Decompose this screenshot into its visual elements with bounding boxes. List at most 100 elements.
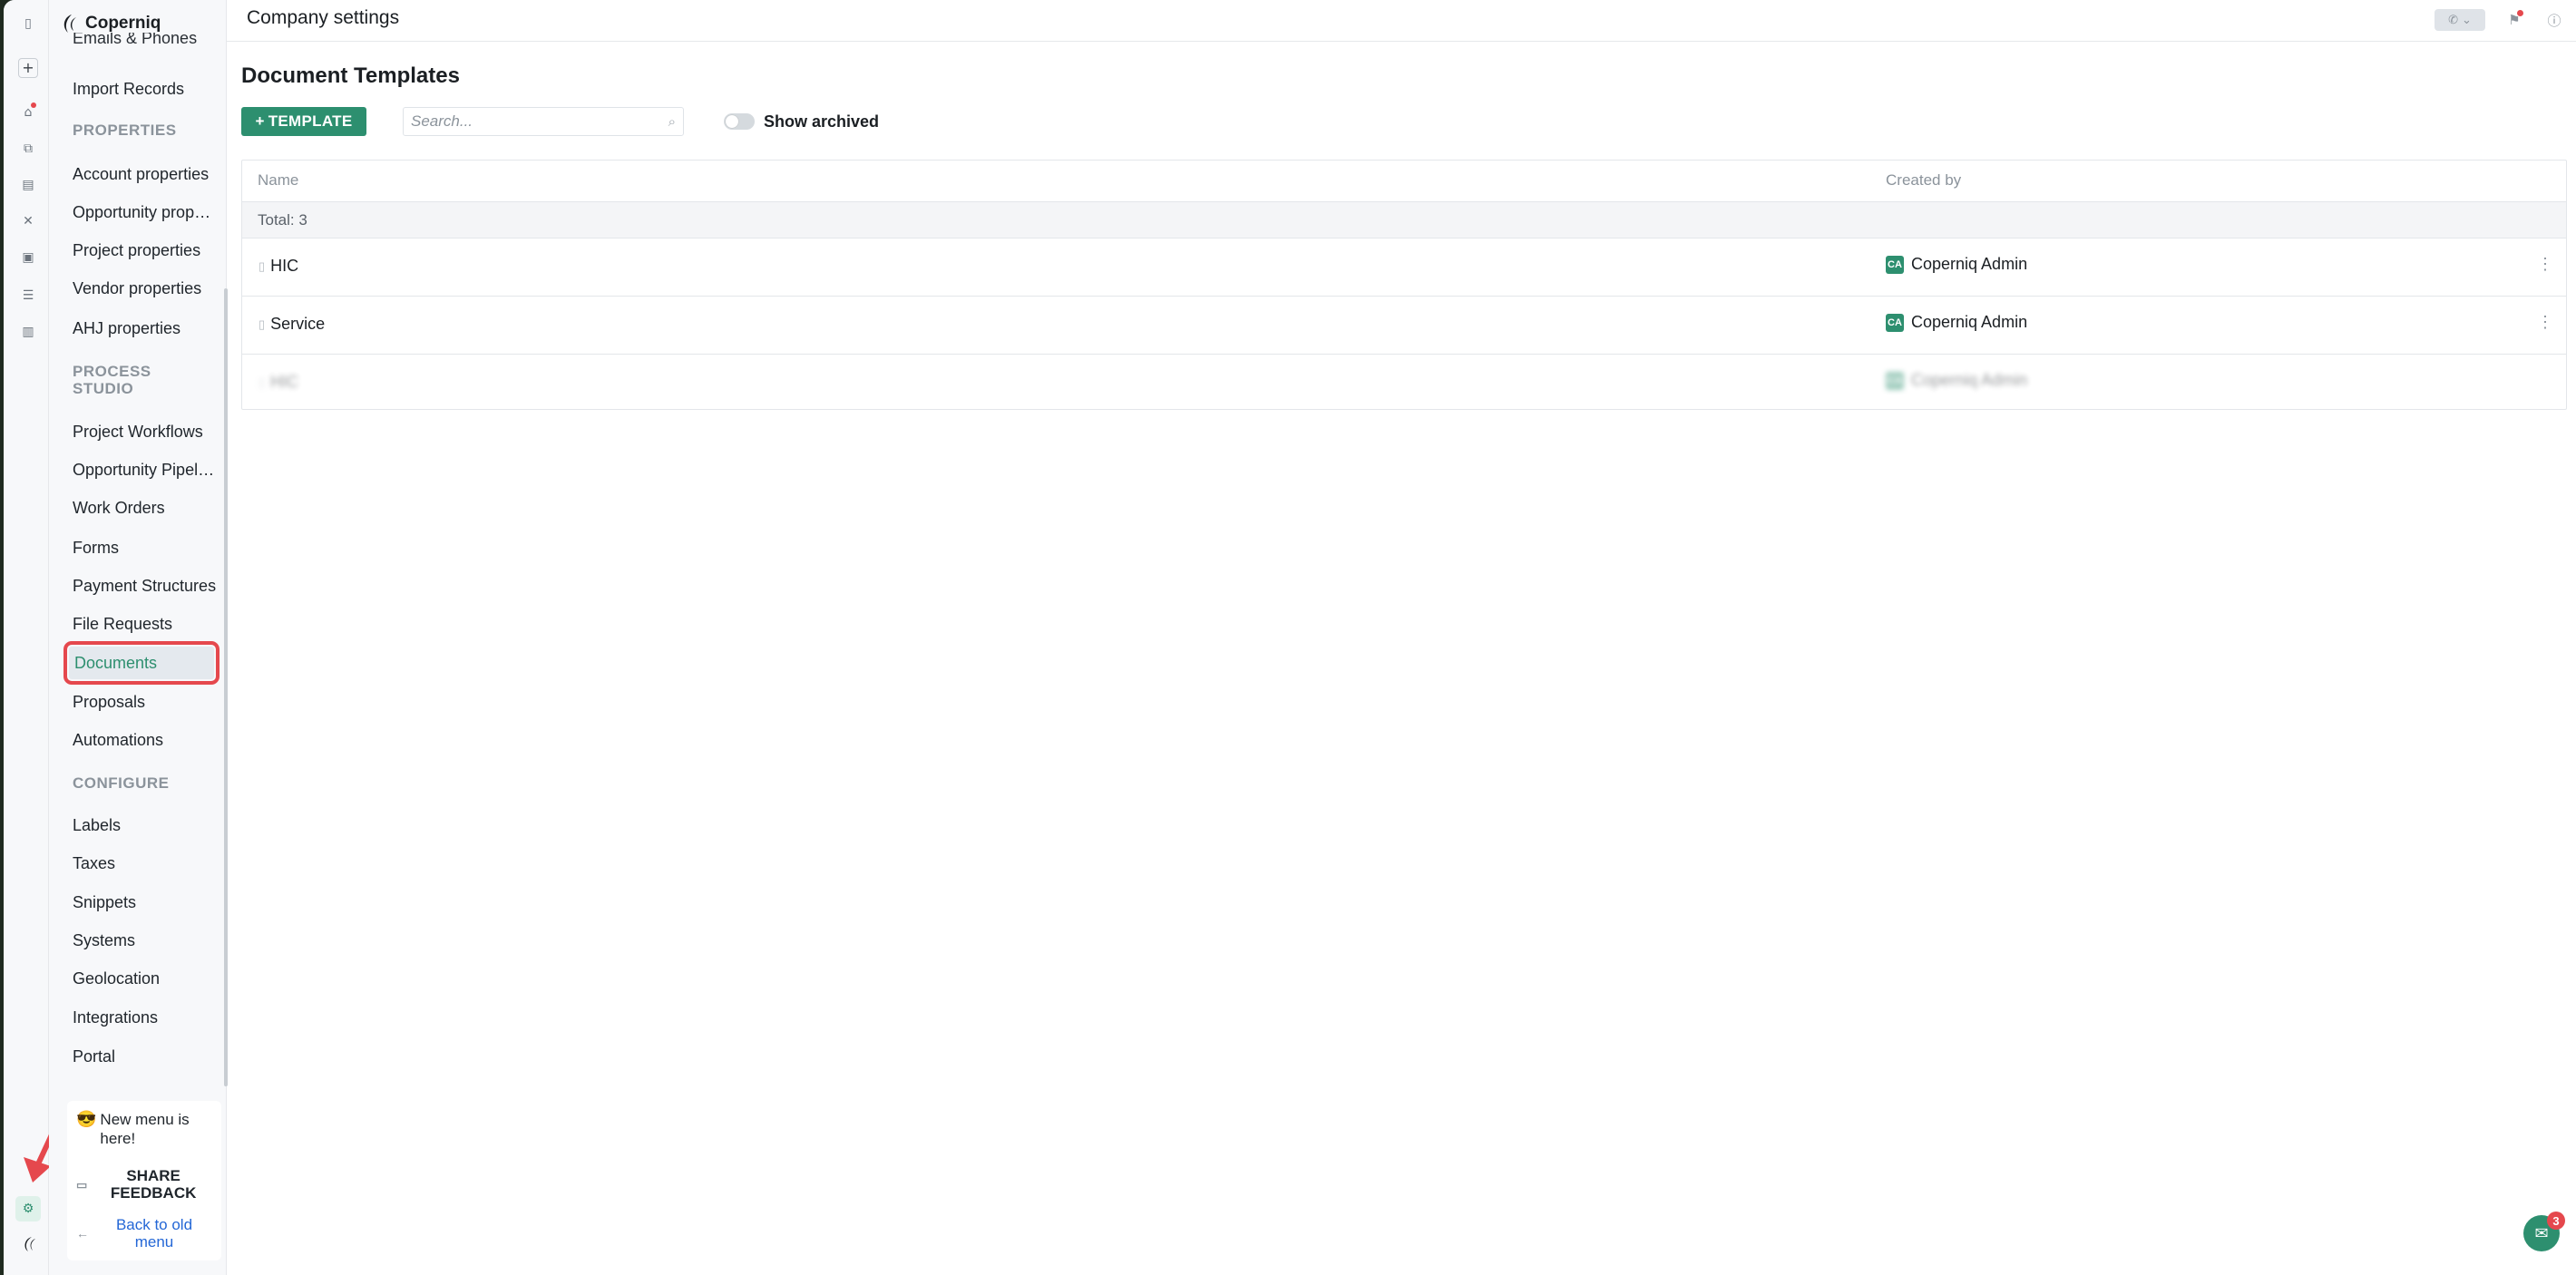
coperniq-logo-icon — [63, 15, 76, 33]
sidebar-item-geolocation[interactable]: Geolocation — [67, 962, 218, 995]
settings-gear-icon[interactable]: ⚙ — [15, 1196, 41, 1221]
share-feedback-label: SHARE FEEDBACK — [110, 1167, 197, 1202]
section-title-process-studio: PROCESS STUDIO — [73, 363, 151, 397]
add-icon[interactable]: + — [18, 58, 38, 78]
sidebar-item-snippets[interactable]: Snippets — [67, 886, 218, 919]
table-row-loading: ▯ HIC CA Coperniq Admin — [242, 355, 2566, 413]
plus-icon: + — [255, 112, 265, 130]
created-by-name: Coperniq Admin — [1911, 313, 2028, 331]
calendar-icon[interactable]: ▣ — [15, 245, 41, 270]
sidebar-item-ahj-properties[interactable]: AHJ properties — [67, 312, 218, 345]
created-by-cell: CA Coperniq Admin — [1886, 313, 2027, 332]
coperniq-logo-icon[interactable] — [15, 1231, 41, 1257]
analytics-icon[interactable]: ▥ — [15, 319, 41, 345]
avatar: CA — [1886, 255, 1904, 274]
sidebar-toggle-icon[interactable]: ▯ — [15, 11, 41, 36]
sidebar-item-project-properties[interactable]: Project properties — [67, 234, 218, 267]
chat-badge: 3 — [2547, 1212, 2565, 1230]
template-name: Service — [270, 315, 326, 333]
sidebar-item-project-workflows[interactable]: Project Workflows — [67, 415, 218, 448]
created-by-cell: CA Coperniq Admin — [1886, 255, 2027, 274]
sidebar-item-emails-phones[interactable]: Emails & Phones — [67, 33, 218, 51]
settings-sidebar: Coperniq Emails & Phones Import Records … — [49, 0, 228, 1275]
templates-table: Name Created by Total: 3 ▯ HIC CA Copern… — [241, 160, 2567, 410]
sidebar-item-proposals[interactable]: Proposals — [67, 686, 218, 718]
sidebar-item-forms[interactable]: Forms — [67, 531, 218, 564]
add-template-button[interactable]: + TEMPLATE — [241, 107, 366, 136]
created-by-cell: CA Coperniq Admin — [1886, 371, 2027, 390]
share-feedback-button[interactable]: ▭ SHARE FEEDBACK — [76, 1164, 212, 1204]
created-by-name: Coperniq Admin — [1911, 255, 2028, 273]
sidebar-item-opportunity-properties[interactable]: Opportunity properties — [67, 196, 218, 229]
avatar: CA — [1886, 371, 1904, 390]
show-archived-toggle[interactable]: Show archived — [724, 110, 879, 133]
total-count: Total: 3 — [258, 211, 307, 229]
created-by-name: Coperniq Admin — [1911, 371, 2028, 389]
search-field[interactable]: ⌕ — [403, 107, 684, 136]
top-bar: Company settings ✆ ⌄ ⚑ ⓘ — [227, 0, 2576, 42]
toggle-switch[interactable] — [724, 113, 755, 130]
new-menu-promo: 😎 New menu is here! — [76, 1110, 212, 1148]
chat-bubble-icon: ▭ — [76, 1177, 88, 1192]
sidebar-item-portal[interactable]: Portal — [67, 1040, 218, 1073]
notifications-icon[interactable]: ⚑ — [2503, 9, 2525, 31]
brand-name: Coperniq — [85, 14, 161, 33]
sidebar-item-vendor-properties[interactable]: Vendor properties — [67, 272, 218, 305]
back-to-old-menu-link[interactable]: ← Back to old menu — [76, 1213, 212, 1253]
icon-rail: ▯ + ⌂ ⧉ ▤ ✕ ▣ ☰ ▥ ⚙ — [4, 0, 63, 1275]
phone-dropdown-button[interactable]: ✆ ⌄ — [2435, 9, 2485, 31]
table-row[interactable]: ▯ HIC CA Coperniq Admin ⋮ — [242, 238, 2566, 297]
document-icon: ▯ — [259, 316, 266, 331]
section-title-properties: PROPERTIES — [73, 122, 177, 139]
more-options-icon[interactable]: ⋮ — [2537, 313, 2553, 332]
help-icon[interactable]: ⓘ — [2543, 9, 2565, 31]
back-to-old-menu-label: Back to old menu — [115, 1216, 193, 1251]
template-name: HIC — [270, 257, 299, 275]
document-icon: ▯ — [259, 258, 266, 273]
sidebar-item-file-requests[interactable]: File Requests — [67, 608, 218, 640]
sidebar-item-labels[interactable]: Labels — [67, 809, 218, 842]
sidebar-item-integrations[interactable]: Integrations — [67, 1001, 218, 1034]
column-header-created-by[interactable]: Created by — [1886, 171, 1961, 190]
sidebar-item-documents[interactable]: Documents — [63, 641, 220, 685]
phone-icon: ✆ — [2448, 13, 2458, 27]
column-header-name[interactable]: Name — [258, 171, 298, 190]
promo-text: New menu is here! — [100, 1111, 190, 1147]
table-row[interactable]: ▯ Service CA Coperniq Admin ⋮ — [242, 297, 2566, 355]
search-input[interactable] — [411, 112, 668, 131]
sidebar-item-automations[interactable]: Automations — [67, 724, 218, 756]
sidebar-item-payment-structures[interactable]: Payment Structures — [67, 569, 218, 602]
page-title: Document Templates — [241, 63, 460, 88]
document-icon: ▯ — [259, 375, 266, 389]
page-header-title: Company settings — [247, 7, 400, 28]
sidebar-item-taxes[interactable]: Taxes — [67, 847, 218, 880]
sidebar-item-account-properties[interactable]: Account properties — [67, 158, 218, 190]
table-header: Name Created by — [242, 161, 2566, 202]
search-icon: ⌕ — [668, 113, 676, 130]
sidebar-item-systems[interactable]: Systems — [67, 924, 218, 957]
chat-launcher-button[interactable]: ✉ 3 — [2523, 1212, 2565, 1251]
app-window: ▯ + ⌂ ⧉ ▤ ✕ ▣ ☰ ▥ ⚙ Coperniq Emails & Ph… — [4, 0, 2576, 1275]
home-icon[interactable]: ⌂ — [15, 100, 41, 125]
add-template-label: TEMPLATE — [268, 112, 353, 130]
more-options-icon[interactable]: ⋮ — [2537, 255, 2553, 274]
sidebar-item-work-orders[interactable]: Work Orders — [67, 492, 218, 524]
sidebar-footer: 😎 New menu is here! ▭ SHARE FEEDBACK ← B… — [67, 1101, 221, 1260]
section-title-configure: CONFIGURE — [73, 774, 170, 792]
template-name-cell[interactable]: ▯ Service — [259, 315, 325, 334]
show-archived-label: Show archived — [764, 112, 880, 131]
table-total-row: Total: 3 — [242, 202, 2566, 238]
database-icon[interactable]: ☰ — [15, 283, 41, 308]
tools-icon[interactable]: ✕ — [15, 209, 41, 234]
avatar: CA — [1886, 313, 1904, 332]
sunglasses-emoji-icon: 😎 — [76, 1110, 97, 1128]
template-name-cell: ▯ HIC — [259, 373, 298, 392]
arrow-left-icon: ← — [76, 1225, 89, 1241]
projects-icon[interactable]: ▤ — [15, 172, 41, 198]
chevron-down-icon: ⌄ — [2462, 13, 2472, 27]
template-name-cell[interactable]: ▯ HIC — [259, 257, 298, 276]
sidebar-item-opportunity-pipelines[interactable]: Opportunity Pipelines — [67, 453, 218, 486]
contacts-icon[interactable]: ⧉ — [15, 136, 41, 161]
template-name: HIC — [270, 373, 299, 391]
sidebar-item-import-records[interactable]: Import Records — [67, 73, 218, 105]
